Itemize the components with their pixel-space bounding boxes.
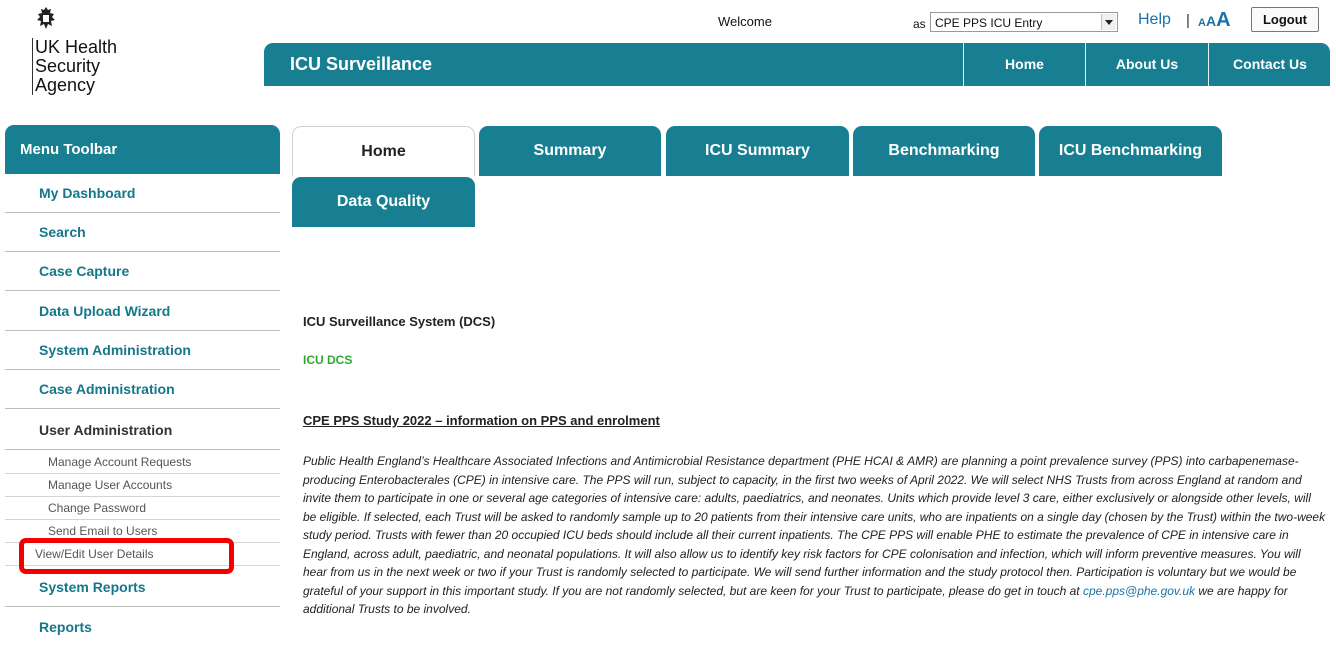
- sidebar-item-label: Search: [39, 224, 86, 240]
- sidebar-item-label: Case Capture: [39, 263, 130, 279]
- sidebar-item-search[interactable]: Search: [5, 213, 280, 252]
- sidebar-item-label: System Reports: [39, 579, 146, 595]
- tab-icu-summary[interactable]: ICU Summary: [666, 126, 849, 176]
- logo-line: Agency: [35, 75, 96, 95]
- sidebar-item-reports[interactable]: Reports: [5, 608, 280, 647]
- tab-home[interactable]: Home: [292, 126, 475, 176]
- sidebar-item-label: Data Upload Wizard: [39, 303, 171, 319]
- sidebar-item-system-administration[interactable]: System Administration: [5, 331, 280, 370]
- welcome-text: Welcome: [718, 14, 772, 29]
- separator: |: [1186, 12, 1190, 29]
- app-title: ICU Surveillance: [290, 54, 433, 74]
- nav-about-us[interactable]: About Us: [1085, 43, 1208, 86]
- dcs-label: ICU DCS: [303, 353, 353, 367]
- help-link[interactable]: Help: [1138, 11, 1171, 29]
- text-size-control[interactable]: AAA: [1198, 9, 1231, 32]
- sidebar-subitem-label: Manage Account Requests: [48, 455, 192, 469]
- sidebar-item-label: Reports: [39, 619, 92, 635]
- logout-button[interactable]: Logout: [1251, 7, 1319, 32]
- tab-summary[interactable]: Summary: [479, 126, 661, 176]
- logo-line: UK Health: [35, 37, 118, 57]
- as-label: as: [913, 17, 926, 31]
- role-select-value: CPE PPS ICU Entry: [935, 16, 1043, 30]
- logo-line: Security: [35, 56, 101, 76]
- text-size-small[interactable]: A: [1198, 17, 1206, 29]
- royal-crest-icon: [37, 7, 55, 29]
- highlight-box: [19, 538, 234, 574]
- body-paragraph: Public Health England’s Healthcare Assoc…: [303, 454, 1326, 598]
- sidebar-title: Menu Toolbar: [20, 141, 118, 158]
- sidebar-item-case-administration[interactable]: Case Administration: [5, 370, 280, 409]
- logo-text: UK Health Security Agency: [32, 38, 117, 95]
- role-select[interactable]: CPE PPS ICU Entry: [930, 12, 1118, 32]
- sidebar-subitem-manage-account-requests[interactable]: Manage Account Requests: [5, 451, 280, 474]
- sidebar-item-label: Case Administration: [39, 381, 175, 397]
- sidebar-item-case-capture[interactable]: Case Capture: [5, 252, 280, 291]
- nav-contact-us[interactable]: Contact Us: [1208, 43, 1331, 86]
- text-size-medium[interactable]: A: [1206, 13, 1216, 29]
- email-link[interactable]: cpe.pps@phe.gov.uk: [1083, 584, 1195, 598]
- sidebar-subitem-label: Send Email to Users: [48, 524, 158, 538]
- study-title: CPE PPS Study 2022 – information on PPS …: [303, 413, 660, 428]
- sidebar-item-data-upload-wizard[interactable]: Data Upload Wizard: [5, 292, 280, 331]
- tab-icu-benchmarking[interactable]: ICU Benchmarking: [1039, 126, 1222, 176]
- ukhsa-logo[interactable]: UK Health Security Agency: [26, 6, 146, 101]
- sidebar-item-label: User Administration: [39, 422, 173, 438]
- chevron-down-icon[interactable]: [1101, 14, 1116, 30]
- sidebar-subitem-manage-user-accounts[interactable]: Manage User Accounts: [5, 474, 280, 497]
- content-heading: ICU Surveillance System (DCS): [303, 314, 496, 329]
- tab-benchmarking[interactable]: Benchmarking: [853, 126, 1035, 176]
- text-size-large[interactable]: A: [1216, 9, 1230, 31]
- sidebar-item-label: My Dashboard: [39, 185, 136, 201]
- tab-data-quality[interactable]: Data Quality: [292, 177, 475, 227]
- study-body-text: Public Health England’s Healthcare Assoc…: [303, 452, 1327, 619]
- sidebar-subitem-label: Change Password: [48, 501, 147, 515]
- sidebar-subitem-change-password[interactable]: Change Password: [5, 497, 280, 520]
- nav-home[interactable]: Home: [963, 43, 1085, 86]
- sidebar-item-label: System Administration: [39, 342, 191, 358]
- sidebar-subitem-label: Manage User Accounts: [48, 478, 173, 492]
- sidebar-item-user-administration[interactable]: User Administration: [5, 411, 280, 450]
- sidebar-item-my-dashboard[interactable]: My Dashboard: [5, 174, 280, 213]
